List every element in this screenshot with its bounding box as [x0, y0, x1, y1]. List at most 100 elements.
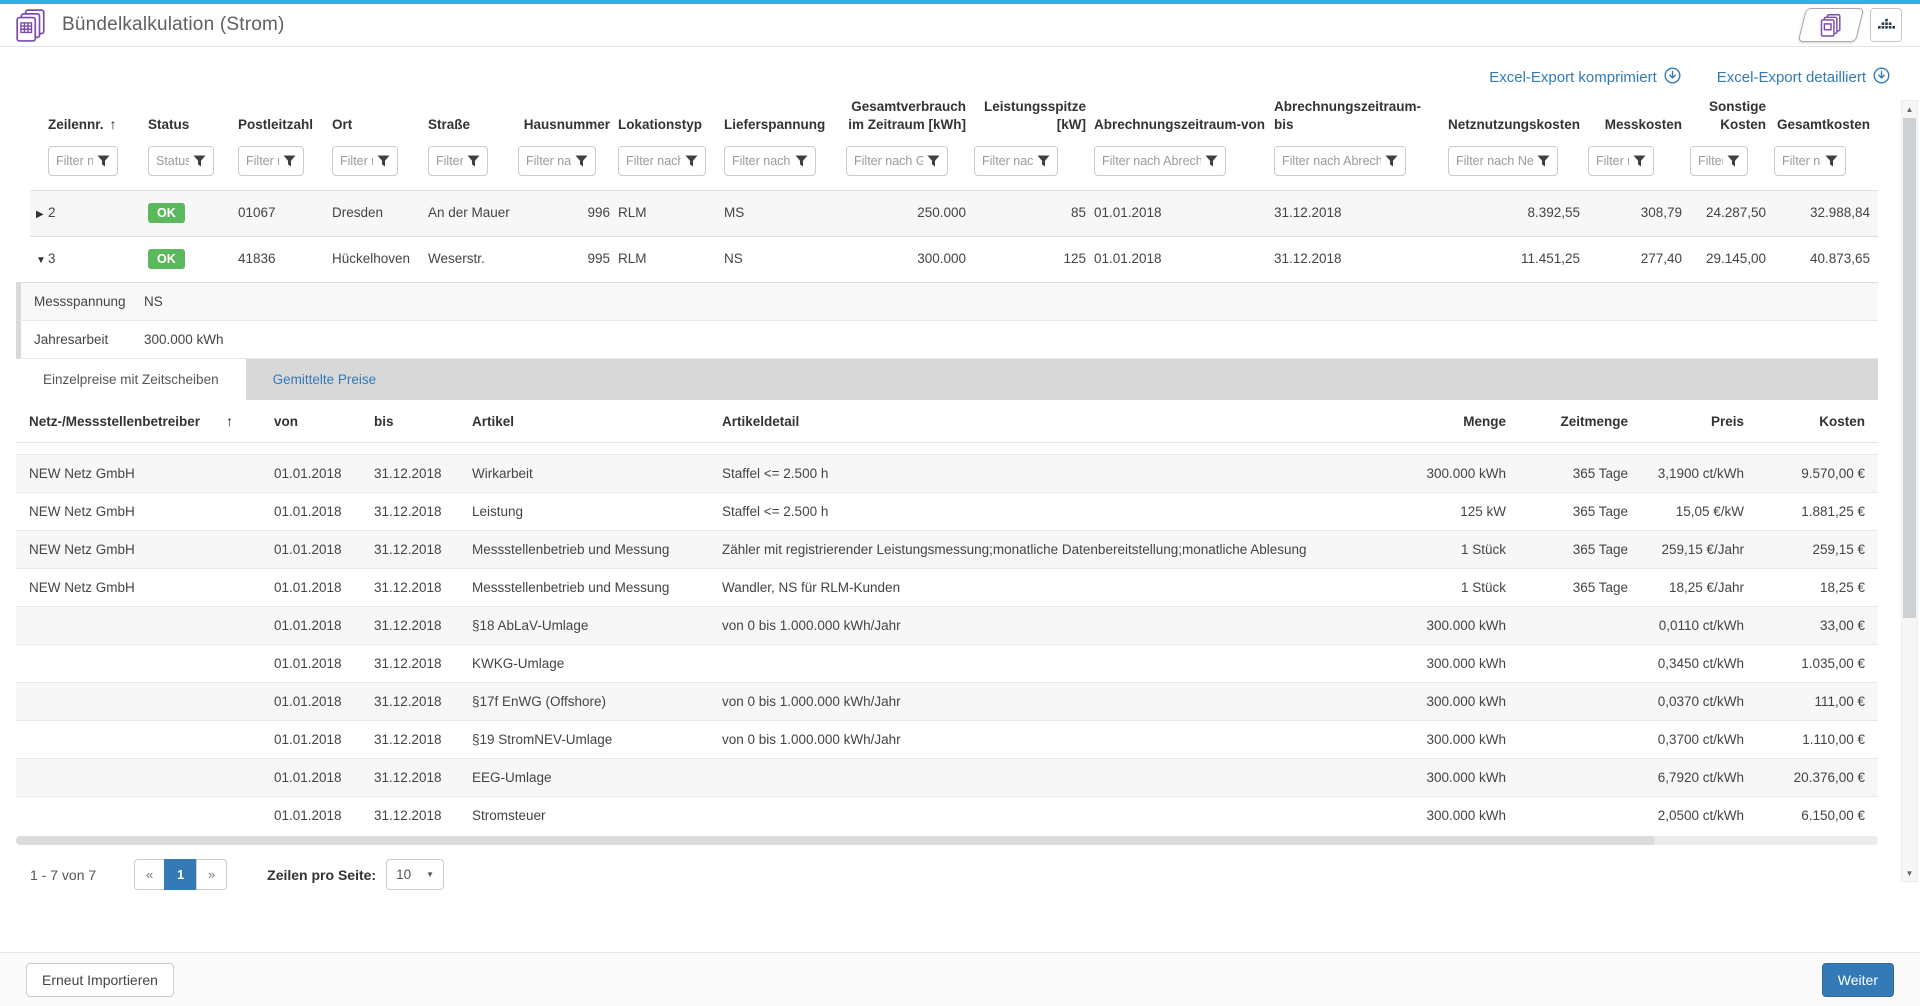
col-header-lieferspannung[interactable]: Lieferspannung [724, 94, 846, 144]
detail-field-value: 300.000 kWh [144, 332, 224, 347]
cell-artikel: KWKG-Umlage [459, 645, 709, 683]
cell-kosten: 259,15 € [1757, 531, 1878, 569]
sheet-view-button[interactable] [1798, 8, 1864, 42]
filter-cell-nr [48, 144, 148, 191]
col-header-messkosten[interactable]: Messkosten [1588, 94, 1690, 144]
vertical-scrollbar[interactable]: ▲ ▼ [1901, 100, 1918, 882]
col-header-status[interactable]: Status [148, 94, 238, 144]
cell-spitze: 125 [974, 237, 1094, 283]
inner-col-header-artikeldetail[interactable]: Artikeldetail [709, 400, 1269, 443]
expand-row-icon[interactable]: ▶ [36, 209, 44, 220]
col-header-abr_von[interactable]: Abrechnungszeitraum-von [1094, 94, 1274, 144]
inner-col-header-zeitmenge[interactable]: Zeitmenge [1519, 400, 1641, 443]
excel-export-detailed-link[interactable]: Excel-Export detailliert [1717, 67, 1890, 88]
filter-lieferspannung [724, 146, 816, 176]
filter-funnel-icon[interactable] [685, 155, 698, 167]
page-1-button[interactable]: 1 [164, 859, 197, 890]
cell-kosten: 6.150,00 € [1757, 797, 1878, 835]
scroll-down-arrow-icon[interactable]: ▼ [1902, 865, 1917, 881]
cell-artikel: Messstellenbetrieb und Messung [459, 531, 709, 569]
filter-input-abr_bis[interactable] [1282, 154, 1381, 168]
cell-menge: 300.000 kWh [1269, 759, 1519, 797]
col-header-plz[interactable]: Postleitzahl [238, 94, 332, 144]
cell-artikel: §19 StromNEV-Umlage [459, 721, 709, 759]
reimport-button[interactable]: Erneut Importieren [26, 963, 174, 997]
filter-input-lokationstyp[interactable] [626, 154, 681, 168]
filter-input-messkosten[interactable] [1596, 154, 1629, 168]
prev-page-button[interactable]: « [134, 859, 165, 890]
filter-input-netznutzung[interactable] [1456, 154, 1533, 168]
filter-input-spitze[interactable] [982, 154, 1033, 168]
inner-col-header-kosten[interactable]: Kosten [1757, 400, 1878, 443]
filter-abr_bis [1274, 146, 1406, 176]
filter-funnel-icon[interactable] [1385, 155, 1398, 167]
filter-funnel-icon[interactable] [1727, 155, 1740, 167]
col-header-lokationstyp[interactable]: Lokationstyp [618, 94, 724, 144]
filter-input-gesamt[interactable] [1782, 154, 1821, 168]
cell-zeitmenge [1519, 683, 1641, 721]
filter-funnel-icon[interactable] [193, 155, 206, 167]
tab-gemittelte-preise[interactable]: Gemittelte Preise [246, 359, 404, 400]
col-header-spitze[interactable]: Leistungsspitze [kW] [974, 94, 1094, 144]
filter-funnel-icon[interactable] [467, 155, 480, 167]
filter-funnel-icon[interactable] [1205, 155, 1218, 167]
detail-field-row: MessspannungNS [16, 283, 1878, 321]
col-header-nr[interactable]: Zeilennr.↑ [48, 94, 148, 144]
filter-input-status[interactable] [156, 154, 189, 168]
inner-col-header-artikel[interactable]: Artikel [459, 400, 709, 443]
inner-col-header-menge[interactable]: Menge [1269, 400, 1519, 443]
filter-funnel-icon[interactable] [1633, 155, 1646, 167]
inner-col-header-bis[interactable]: bis [361, 400, 459, 443]
scroll-up-arrow-icon[interactable]: ▲ [1902, 101, 1917, 117]
tab-einzelpreise[interactable]: Einzelpreise mit Zeitscheiben [16, 359, 246, 400]
col-header-ort[interactable]: Ort [332, 94, 428, 144]
filter-funnel-icon[interactable] [575, 155, 588, 167]
filter-input-verbrauch[interactable] [854, 154, 923, 168]
cell-bis: 31.12.2018 [361, 645, 459, 683]
filter-funnel-icon[interactable] [1037, 155, 1050, 167]
chart-view-button[interactable] [1870, 8, 1902, 42]
inner-col-header-label: Artikeldetail [722, 414, 799, 429]
cell-hausnummer: 996 [518, 191, 618, 237]
col-header-strasse[interactable]: Straße [428, 94, 518, 144]
col-header-verbrauch[interactable]: Gesamtverbrauch im Zeitraum [kWh] [846, 94, 974, 144]
inner-col-header-betreiber[interactable]: Netz-/Messstellenbetreiber↑ [16, 400, 261, 443]
next-page-button[interactable]: » [196, 859, 227, 890]
excel-export-compressed-link[interactable]: Excel-Export komprimiert [1489, 67, 1681, 88]
collapse-row-icon[interactable]: ▼ [36, 255, 46, 266]
inner-col-header-preis[interactable]: Preis [1641, 400, 1757, 443]
filter-input-plz[interactable] [246, 154, 279, 168]
rows-per-page-select[interactable]: 10 ▼ [386, 859, 444, 890]
filter-input-abr_von[interactable] [1102, 154, 1201, 168]
filter-input-lieferspannung[interactable] [732, 154, 791, 168]
col-header-netznutzung[interactable]: Netznutzungskosten [1448, 94, 1588, 144]
col-header-gesamt[interactable]: Gesamtkosten [1774, 94, 1878, 144]
filter-funnel-icon[interactable] [795, 155, 808, 167]
inner-col-header-label: von [274, 414, 298, 429]
filter-funnel-icon[interactable] [1537, 155, 1550, 167]
filter-input-nr[interactable] [56, 154, 93, 168]
col-header-label: Netznutzungskosten [1448, 117, 1580, 132]
horizontal-scrollbar[interactable] [16, 836, 1878, 845]
filter-funnel-icon[interactable] [97, 155, 110, 167]
sort-ascending-icon: ↑ [110, 116, 117, 132]
filter-input-sonstige[interactable] [1698, 154, 1723, 168]
filter-input-hausnummer[interactable] [526, 154, 571, 168]
col-header-hausnummer[interactable]: Hausnummer [518, 94, 618, 144]
filter-funnel-icon[interactable] [927, 155, 940, 167]
filter-input-strasse[interactable] [436, 154, 463, 168]
cell-von: 01.01.2018 [261, 455, 361, 493]
filter-funnel-icon[interactable] [377, 155, 390, 167]
weiter-button[interactable]: Weiter [1822, 963, 1894, 997]
vertical-scrollbar-thumb[interactable] [1903, 118, 1916, 618]
filter-input-ort[interactable] [340, 154, 373, 168]
inner-col-header-von[interactable]: von [261, 400, 361, 443]
filter-cell-plz [238, 144, 332, 191]
horizontal-scrollbar-thumb[interactable] [16, 836, 1655, 845]
col-header-abr_bis[interactable]: Abrechnungszeitraum-bis [1274, 94, 1448, 144]
filter-funnel-icon[interactable] [1825, 155, 1838, 167]
pagination-info: 1 - 7 von 7 [30, 867, 96, 883]
filter-funnel-icon[interactable] [283, 155, 296, 167]
cell-preis: 2,0500 ct/kWh [1641, 797, 1757, 835]
col-header-sonstige[interactable]: Sonstige Kosten [1690, 94, 1774, 144]
